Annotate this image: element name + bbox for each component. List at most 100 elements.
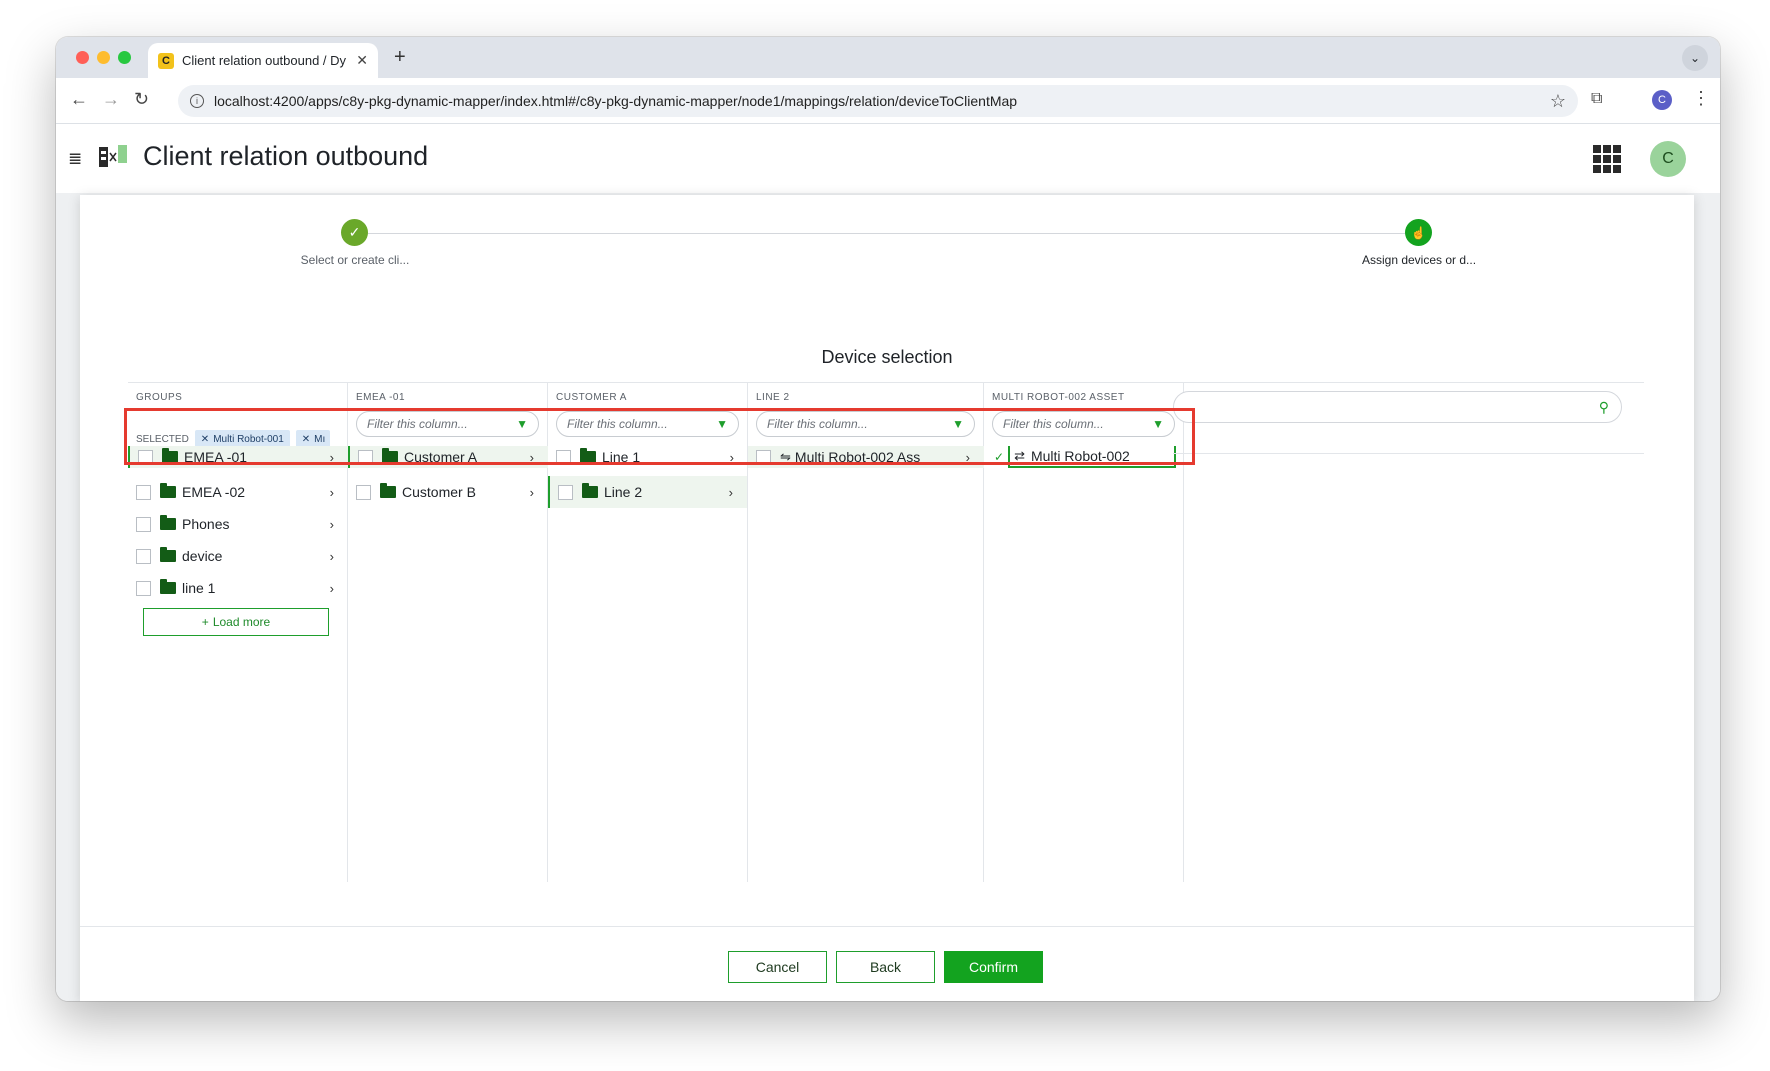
item-label: Multi Robot-002 xyxy=(1030,448,1130,464)
url-input[interactable]: i localhost:4200/apps/c8y-pkg-dynamic-ma… xyxy=(178,85,1578,117)
folder-icon xyxy=(582,483,598,498)
row-checkbox[interactable] xyxy=(136,484,151,500)
back-button[interactable]: Back xyxy=(836,951,935,983)
remove-chip-icon[interactable]: ✕ xyxy=(201,434,209,445)
chevron-right-icon[interactable]: › xyxy=(330,485,334,500)
column-filter-input[interactable]: Filter this column... ▼ xyxy=(356,411,539,437)
filter-placeholder: Filter this column... xyxy=(567,417,668,431)
remove-chip-icon[interactable]: ✕ xyxy=(302,434,310,445)
filter-funnel-icon[interactable]: ▼ xyxy=(1152,417,1164,431)
tab-strip: C Client relation outbound / Dy ✕ + ⌄ xyxy=(56,37,1720,78)
chevron-right-icon[interactable]: › xyxy=(330,581,334,596)
section-title: Device selection xyxy=(821,347,953,367)
column-header: EMEA -01 xyxy=(356,392,406,403)
app-header: ≣ Client relation outbound C xyxy=(56,125,1720,193)
reload-icon[interactable]: ↻ xyxy=(134,89,149,110)
item-label: Line 1 xyxy=(602,449,641,465)
row-checkbox[interactable] xyxy=(138,449,153,465)
row-checkbox[interactable] xyxy=(136,516,151,532)
column-header: GROUPS xyxy=(136,392,183,403)
column-emea-01: EMEA -01 Filter this column... ▼ Custome… xyxy=(348,382,548,882)
menu-toggle-icon[interactable]: ≣ xyxy=(68,149,82,169)
list-item[interactable]: line 1 › xyxy=(128,572,348,604)
chip-label: Multi Robot-001 xyxy=(213,433,284,445)
item-label: EMEA -01 xyxy=(184,449,248,465)
list-item[interactable]: Line 2 › xyxy=(548,476,747,508)
tab-close-icon[interactable]: ✕ xyxy=(356,52,368,69)
chevron-right-icon[interactable]: › xyxy=(330,517,334,532)
favicon-icon: C xyxy=(158,52,174,69)
chevron-right-icon[interactable]: › xyxy=(729,485,733,500)
item-label: EMEA -02 xyxy=(182,484,246,500)
list-item[interactable]: ✓ ⇄ Multi Robot-002 xyxy=(984,446,1184,468)
column-filter-input[interactable]: Filter this column... ▼ xyxy=(756,411,975,437)
page-title: Client relation outbound xyxy=(143,141,429,171)
folder-icon xyxy=(580,448,596,463)
column-filter-input[interactable]: Filter this column... ▼ xyxy=(556,411,739,437)
device-miller-columns: GROUPS SELECTED ✕ Multi Robot-001 ✕ Mı EME… xyxy=(128,382,1644,882)
list-item[interactable]: ⇋ Multi Robot-002 Ass › xyxy=(748,446,984,468)
column-groups: GROUPS SELECTED ✕ Multi Robot-001 ✕ Mı EME… xyxy=(128,382,348,882)
list-item[interactable]: Phones › xyxy=(128,508,348,540)
device-search-input[interactable]: ⚲ xyxy=(1173,391,1622,423)
maximize-window-button[interactable] xyxy=(118,51,131,64)
new-tab-icon[interactable]: + xyxy=(394,46,406,69)
list-item[interactable]: EMEA -01 › xyxy=(128,446,348,468)
chevron-right-icon[interactable]: › xyxy=(530,450,534,465)
row-checkbox[interactable] xyxy=(356,484,371,500)
stepper-line xyxy=(360,233,1410,234)
browser-menu-icon[interactable]: ⋮ xyxy=(1692,88,1710,109)
minimize-window-button[interactable] xyxy=(97,51,110,64)
filter-placeholder: Filter this column... xyxy=(1003,417,1104,431)
row-checkbox[interactable] xyxy=(136,580,151,596)
chevron-right-icon[interactable]: › xyxy=(730,450,734,465)
chevron-right-icon[interactable]: › xyxy=(530,485,534,500)
list-item[interactable]: Customer B › xyxy=(348,476,548,508)
selected-device-box[interactable]: ⇄ Multi Robot-002 xyxy=(1008,446,1177,468)
step-active-hand-icon[interactable]: ☝ xyxy=(1405,219,1432,246)
folder-icon xyxy=(160,483,176,498)
list-item[interactable]: Line 1 › xyxy=(548,446,748,468)
load-more-button[interactable]: + Load more xyxy=(143,608,329,636)
row-checkbox[interactable] xyxy=(136,548,151,564)
row-checkbox[interactable] xyxy=(556,449,571,465)
app-switcher-grid-icon[interactable] xyxy=(1593,145,1621,173)
list-item[interactable]: device › xyxy=(128,540,348,572)
filter-funnel-icon[interactable]: ▼ xyxy=(516,417,528,431)
tab-search-chevron-icon[interactable]: ⌄ xyxy=(1682,45,1708,71)
row-checkbox[interactable] xyxy=(756,449,771,465)
column-customer-a: CUSTOMER A Filter this column... ▼ Line … xyxy=(548,382,748,882)
confirm-button[interactable]: Confirm xyxy=(944,951,1043,983)
column-multi-robot-002-asset: MULTI ROBOT-002 ASSET Filter this column… xyxy=(984,382,1184,882)
modal-footer: Cancel Back Confirm xyxy=(80,926,1694,1001)
bookmark-star-icon[interactable]: ☆ xyxy=(1550,91,1566,112)
item-label: Phones xyxy=(182,516,230,532)
chevron-right-icon[interactable]: › xyxy=(330,549,334,564)
row-checkbox[interactable] xyxy=(558,484,573,500)
address-bar-row: ← → ↻ i localhost:4200/apps/c8y-pkg-dyna… xyxy=(56,78,1720,124)
search-icon[interactable]: ⚲ xyxy=(1599,399,1609,416)
chevron-right-icon[interactable]: › xyxy=(330,450,334,465)
back-arrow-icon[interactable]: ← xyxy=(70,89,88,110)
filter-funnel-icon[interactable]: ▼ xyxy=(716,417,728,431)
window-controls xyxy=(76,51,131,64)
browser-tab[interactable]: C Client relation outbound / Dy ✕ xyxy=(148,43,378,78)
user-avatar[interactable]: C xyxy=(1650,141,1686,177)
column-filter-input[interactable]: Filter this column... ▼ xyxy=(992,411,1175,437)
site-info-icon[interactable]: i xyxy=(190,94,204,108)
profile-avatar[interactable]: C xyxy=(1652,90,1672,110)
cancel-button[interactable]: Cancel xyxy=(728,951,827,983)
step-done-check-icon[interactable]: ✓ xyxy=(341,219,368,246)
filter-funnel-icon[interactable]: ▼ xyxy=(952,417,964,431)
selected-check-icon[interactable]: ✓ xyxy=(994,450,1004,464)
device-icon: ⇄ xyxy=(1014,448,1025,463)
row-checkbox[interactable] xyxy=(358,449,373,465)
column-header: MULTI ROBOT-002 ASSET xyxy=(992,392,1125,403)
extensions-puzzle-icon[interactable]: ⧉ xyxy=(1591,90,1602,108)
list-item[interactable]: EMEA -02 › xyxy=(128,476,348,508)
close-window-button[interactable] xyxy=(76,51,89,64)
list-item[interactable]: Customer A › xyxy=(348,446,548,468)
chevron-right-icon[interactable]: › xyxy=(966,450,970,465)
forward-arrow-icon[interactable]: → xyxy=(102,89,120,110)
app-logo-icon xyxy=(99,145,127,167)
